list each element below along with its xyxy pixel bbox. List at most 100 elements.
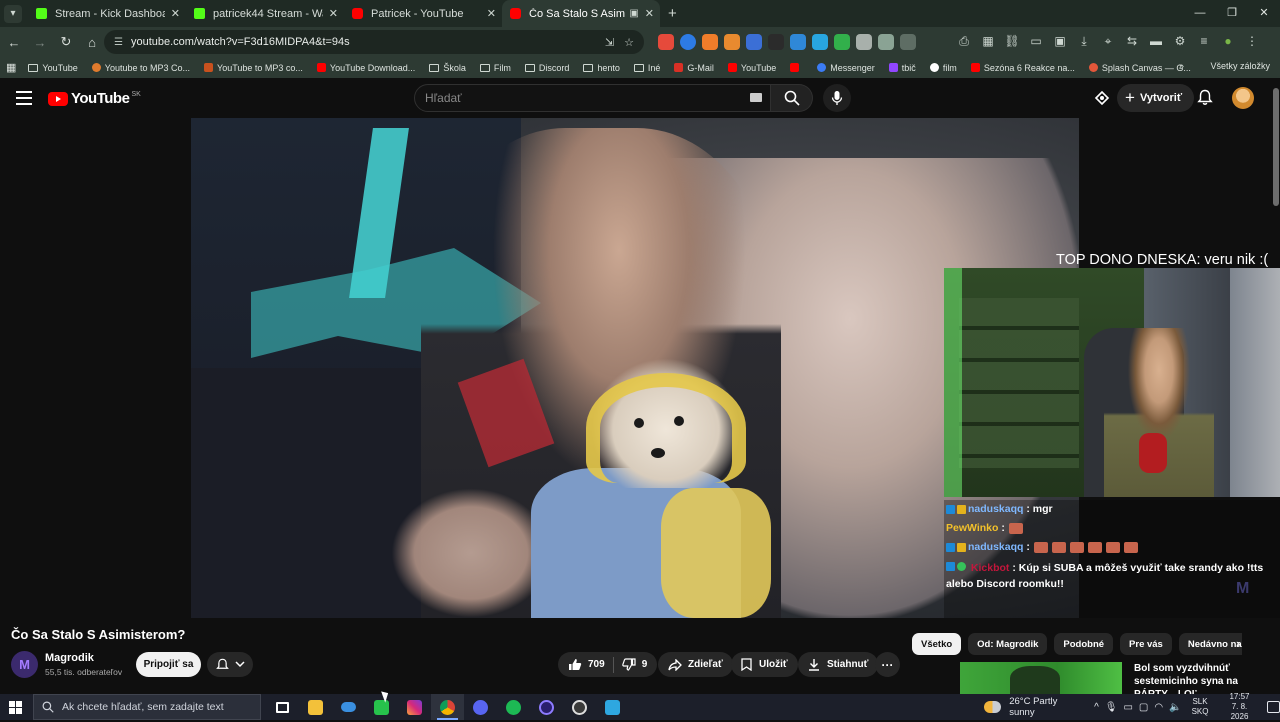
microphone-tray-icon[interactable]: 🎙 (1105, 702, 1118, 713)
language-indicator[interactable]: SLK SKQ (1192, 697, 1209, 717)
taskbar-app-circle[interactable] (530, 694, 563, 720)
extension-icon[interactable] (834, 34, 850, 50)
all-bookmarks-button[interactable]: Všetky záložky (1210, 61, 1270, 71)
channel-name[interactable]: Magrodik (45, 652, 94, 664)
taskbar-file-explorer[interactable] (299, 694, 332, 720)
site-info-icon[interactable]: ☰ (114, 37, 123, 48)
menu-hamburger-icon[interactable] (16, 91, 32, 105)
chip-all[interactable]: Všetko (912, 633, 962, 655)
bookmark-folder-film[interactable]: Film (479, 63, 511, 73)
system-clock[interactable]: 17:57 7. 8. 2026 (1222, 692, 1256, 722)
bookmark-sezona6[interactable]: Sezóna 6 Reakce na... (970, 63, 1075, 73)
taskbar-instagram[interactable] (398, 694, 431, 720)
search-button[interactable] (771, 84, 813, 112)
bookmark-youtube[interactable]: YouTube (28, 63, 78, 73)
chip-for-you[interactable]: Pre vás (1120, 633, 1172, 655)
extension-icon[interactable] (790, 34, 806, 50)
chevron-right-icon[interactable]: › (1236, 636, 1240, 651)
restore-button[interactable]: ❐ (1216, 0, 1248, 27)
extension-icon[interactable] (768, 34, 784, 50)
taskbar-app-f[interactable] (596, 694, 629, 720)
extension-icon[interactable] (680, 34, 696, 50)
taskbar-whatsapp[interactable] (365, 694, 398, 720)
bookmark-yt-download[interactable]: YouTube Download... (316, 63, 415, 73)
reload-button[interactable]: ↻ (54, 34, 78, 50)
browser-tab-patricek44-stream[interactable]: patricek44 Stream - Watch Live ✕ (186, 0, 344, 27)
bookmark-folder-hento[interactable]: hento (583, 63, 620, 73)
minimize-button[interactable]: — (1184, 0, 1216, 27)
recommended-video-title[interactable]: Bol som vyzdvihnúť sestemicinho syna na … (1134, 662, 1264, 694)
reading-list-icon[interactable]: ≡ (1196, 34, 1212, 49)
card-icon[interactable]: ▬ (1148, 34, 1164, 49)
account-avatar[interactable] (1232, 87, 1254, 109)
browser-tab-kick-dashboard[interactable]: Stream - Kick Dashboard ✕ (28, 0, 186, 27)
download-button[interactable]: Stiahnuť (798, 652, 879, 677)
bookmark-splash-canvas[interactable]: Splash Canvas — G... (1088, 63, 1191, 73)
taskbar-onedrive[interactable] (332, 694, 365, 720)
browser-menu-icon[interactable]: ⋮ (1244, 34, 1260, 49)
bookmark-youtube-2[interactable]: YouTube (727, 63, 776, 73)
more-actions-button[interactable]: ··· (875, 652, 900, 677)
search-input[interactable]: Hľadať (414, 84, 771, 112)
profile-icon[interactable]: ● (1220, 34, 1236, 49)
bookmark-folder-ine[interactable]: Iné (633, 63, 660, 73)
taskbar-search-input[interactable]: Ak chcete hľadať, sem zadajte text (33, 694, 261, 720)
tab-search-button[interactable]: ▾ (4, 4, 22, 23)
address-bar[interactable]: ☰ youtube.com/watch?v=F3d16MIDPA4&t=94s … (104, 30, 644, 54)
chip-related[interactable]: Podobné (1054, 633, 1114, 655)
extension-icon[interactable] (658, 34, 674, 50)
close-icon[interactable]: ✕ (487, 7, 496, 20)
notifications-bell-icon[interactable] (1197, 89, 1213, 106)
vpn-icon[interactable]: ⚙ (1172, 34, 1188, 49)
bookmark-folder-discord[interactable]: Discord (524, 63, 569, 73)
translate-icon[interactable]: ⇆ (1124, 34, 1140, 49)
bookmark-gmail[interactable]: G-Mail (674, 63, 714, 73)
display-icon[interactable]: ▢ (1139, 702, 1148, 713)
channel-avatar[interactable]: M (11, 651, 38, 678)
install-app-icon[interactable]: ⇲ (605, 36, 614, 49)
download-icon[interactable]: ⤓ (1076, 34, 1092, 49)
extension-icon[interactable] (856, 34, 872, 50)
like-button[interactable]: 709 (568, 658, 605, 671)
wifi-icon[interactable]: ◠ (1154, 702, 1163, 713)
print-icon[interactable]: ⎙ (956, 34, 972, 49)
chip-recently-uploaded[interactable]: Nedávno nahrané (1178, 633, 1242, 655)
link-icon[interactable]: ⛓ (1004, 34, 1020, 49)
taskbar-chrome[interactable] (431, 694, 464, 720)
bookmark-youtube-3[interactable] (790, 63, 803, 72)
apps-grid-icon[interactable]: ▦ (6, 61, 16, 74)
cast-icon[interactable]: ▣ (1052, 34, 1068, 49)
bookmark-messenger[interactable]: Messenger (817, 63, 875, 73)
bookmark-mp3-2[interactable]: YouTube to MP3 co... (204, 63, 303, 73)
bookmark-twitch[interactable]: tbič (888, 63, 916, 73)
extension-icon[interactable] (878, 34, 894, 50)
extensions-puzzle-icon[interactable] (900, 34, 916, 50)
location-icon[interactable]: ⌖ (1100, 34, 1116, 49)
browser-tab-patricek-youtube[interactable]: Patricek - YouTube ✕ (344, 0, 502, 27)
more-bookmarks-chevron-icon[interactable]: » (1178, 61, 1184, 72)
extension-icon[interactable] (746, 34, 762, 50)
network-icon[interactable]: ▭ (1123, 702, 1132, 713)
studio-icon[interactable] (1094, 91, 1110, 105)
share-button[interactable]: Zdieľať (658, 652, 733, 677)
back-button[interactable]: ← (2, 35, 26, 50)
keyboard-icon[interactable] (750, 93, 762, 102)
extension-icon[interactable] (702, 34, 718, 50)
media-playing-icon[interactable]: ▣ (629, 8, 638, 19)
close-icon[interactable]: ✕ (645, 7, 654, 20)
save-button[interactable]: Uložiť (731, 652, 798, 677)
extension-icon[interactable] (812, 34, 828, 50)
subscription-bell-button[interactable] (207, 652, 253, 677)
notification-center-icon[interactable] (1266, 701, 1280, 713)
taskbar-discord[interactable] (464, 694, 497, 720)
home-button[interactable]: ⌂ (80, 35, 104, 50)
grid-icon[interactable]: ▦ (980, 34, 996, 49)
show-hidden-icons-chevron-icon[interactable]: ^ (1094, 702, 1099, 713)
youtube-logo[interactable]: YouTube SK (48, 90, 141, 107)
close-window-button[interactable]: ✕ (1248, 0, 1280, 27)
scrollbar-thumb[interactable] (1273, 88, 1279, 206)
chip-from-channel[interactable]: Od: Magrodik (968, 633, 1048, 655)
weather-text[interactable]: 26°C Partly sunny (1009, 696, 1082, 718)
bookmark-mp3-1[interactable]: Youtube to MP3 Co... (91, 63, 190, 73)
bookmark-star-icon[interactable]: ☆ (624, 36, 634, 49)
